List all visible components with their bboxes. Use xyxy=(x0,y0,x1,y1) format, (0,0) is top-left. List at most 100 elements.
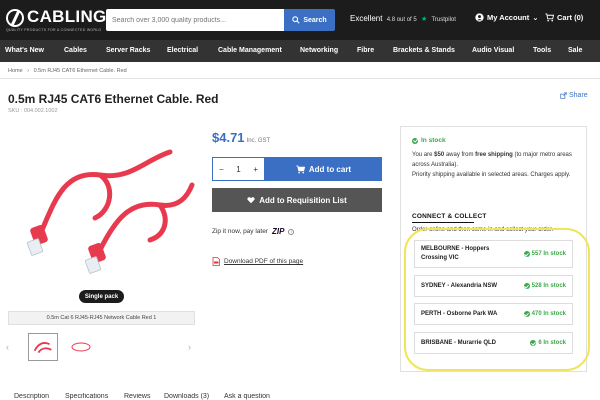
account-label: My Account xyxy=(487,13,530,22)
nav-item-tools[interactable]: Tools xyxy=(533,47,551,54)
ship-text-part2: away from xyxy=(444,152,476,158)
search-bar: Search xyxy=(106,9,335,31)
tab-reviews[interactable]: Reviews xyxy=(124,393,150,400)
download-pdf-link[interactable]: Download PDF of this page xyxy=(212,257,303,266)
tab-downloads[interactable]: Downloads (3) xyxy=(164,393,209,400)
chevron-down-icon: ⌄ xyxy=(532,13,539,22)
nav-item-audio-visual[interactable]: Audio Visual xyxy=(472,47,514,54)
divider xyxy=(0,78,600,79)
product-image[interactable] xyxy=(20,140,195,275)
quantity-stepper: − 1 + xyxy=(212,157,265,181)
price-note: Inc. GST xyxy=(246,138,271,144)
breadcrumb: Home › 0.5m RJ45 CAT6 Ethernet Cable. Re… xyxy=(8,68,127,74)
store-stock: 470 In stock xyxy=(523,311,566,317)
share-icon xyxy=(560,92,567,99)
cart-icon xyxy=(545,13,554,22)
breadcrumb-separator-icon: › xyxy=(27,68,30,74)
image-caption: 0.5m Cat 6 RJ45-RJ45 Network Cable Red 1 xyxy=(8,311,195,325)
nav-item-cable-management[interactable]: Cable Management xyxy=(218,47,282,54)
check-icon xyxy=(523,251,530,257)
store-stock: 6 In stock xyxy=(530,340,566,346)
connect-collect-title: CONNECT & COLLECT xyxy=(412,213,487,220)
pdf-icon xyxy=(212,257,220,266)
product-sku: SKU : 004.002.1002 xyxy=(8,108,58,114)
trust-score: 4.8 out of 5 xyxy=(386,17,417,23)
add-to-cart-label: Add to cart xyxy=(308,164,352,174)
breadcrumb-home[interactable]: Home xyxy=(8,68,23,74)
ship-free: free shipping xyxy=(475,152,513,158)
search-icon xyxy=(292,16,300,24)
price-value: $4.71 xyxy=(212,130,245,145)
qty-decrease-button[interactable]: − xyxy=(219,165,224,174)
search-input[interactable] xyxy=(106,9,284,31)
store-stock-label: 557 In stock xyxy=(531,251,566,257)
store-row-perth[interactable]: PERTH - Osborne Park WA 470 In stock xyxy=(414,303,573,325)
logo-tagline: QUALITY PRODUCTS FOR A CONNECTED WORLD xyxy=(6,28,102,32)
nav-item-cables[interactable]: Cables xyxy=(64,47,87,54)
qty-increase-button[interactable]: + xyxy=(253,165,258,174)
store-stock-label: 6 In stock xyxy=(538,340,566,346)
add-to-requisition-label: Add to Requisition List xyxy=(259,195,347,205)
nav-item-networking[interactable]: Networking xyxy=(300,47,338,54)
nav-item-server-racks[interactable]: Server Racks xyxy=(106,47,150,54)
store-name: BRISBANE - Murarrie QLD xyxy=(421,339,497,346)
tab-description[interactable]: Description xyxy=(14,393,49,400)
thumbnail-next-icon[interactable]: › xyxy=(188,342,191,352)
thumbnail-1[interactable] xyxy=(28,333,58,361)
check-icon xyxy=(523,283,530,289)
stock-status-label: In stock xyxy=(421,137,446,144)
nav-item-brackets-stands[interactable]: Brackets & Stands xyxy=(393,47,455,54)
thumbnail-prev-icon[interactable]: ‹ xyxy=(6,342,9,352)
thumbnail-2[interactable] xyxy=(66,333,96,361)
nav-item-sale[interactable]: Sale xyxy=(568,47,582,54)
site-logo[interactable]: CABLING QUALITY PRODUCTS FOR A CONNECTED… xyxy=(6,7,106,33)
info-icon[interactable]: i xyxy=(288,228,295,235)
add-to-requisition-button[interactable]: Add to Requisition List xyxy=(212,188,382,212)
tab-ask-question[interactable]: Ask a question xyxy=(224,393,270,400)
top-header: CABLING QUALITY PRODUCTS FOR A CONNECTED… xyxy=(0,0,600,40)
heart-icon xyxy=(247,197,255,204)
pdf-link-label: Download PDF of this page xyxy=(224,258,304,265)
store-row-sydney[interactable]: SYDNEY - Alexandria NSW 528 In stock xyxy=(414,275,573,297)
store-name: PERTH - Osborne Park WA xyxy=(421,310,498,317)
store-stock: 528 In stock xyxy=(523,283,566,289)
check-icon xyxy=(523,311,530,317)
zip-text: Zip it now, pay later xyxy=(212,228,268,235)
nav-item-fibre[interactable]: Fibre xyxy=(357,47,374,54)
page-title: 0.5m RJ45 CAT6 Ethernet Cable. Red xyxy=(8,92,219,106)
connect-collect-underline xyxy=(412,222,474,223)
qty-value[interactable]: 1 xyxy=(236,165,240,174)
nav-item-electrical[interactable]: Electrical xyxy=(167,47,198,54)
check-icon xyxy=(412,137,418,144)
check-icon xyxy=(530,340,537,346)
shipping-info: You are $50 away from free shipping (to … xyxy=(412,150,582,180)
store-stock-label: 470 In stock xyxy=(531,311,566,317)
share-label: Share xyxy=(569,92,588,99)
user-icon xyxy=(475,13,484,22)
ship-text-part1: You are xyxy=(412,152,435,158)
store-row-melbourne[interactable]: MELBOURNE - Hoppers Crossing VIC 557 In … xyxy=(414,240,573,268)
ship-text-line2: Priority shipping available in selected … xyxy=(412,172,571,178)
tab-specifications[interactable]: Specifications xyxy=(65,393,108,400)
pack-size-badge: Single pack xyxy=(79,290,124,303)
product-price: $4.71 Inc. GST xyxy=(212,130,270,145)
breadcrumb-current: 0.5m RJ45 CAT6 Ethernet Cable. Red xyxy=(33,68,127,74)
cart-icon xyxy=(296,164,305,173)
share-link[interactable]: Share xyxy=(560,92,588,99)
store-name: MELBOURNE - Hoppers Crossing VIC xyxy=(421,246,490,261)
cart-button[interactable]: Cart (0) xyxy=(545,13,583,22)
nav-item-whats-new[interactable]: What's New xyxy=(5,47,44,54)
ship-amount: $50 xyxy=(434,152,445,158)
store-stock: 557 In stock xyxy=(523,251,566,257)
trust-label: Excellent xyxy=(350,14,383,23)
store-row-brisbane[interactable]: BRISBANE - Murarrie QLD 6 In stock xyxy=(414,332,573,354)
zip-logo: ZIP xyxy=(272,227,285,236)
store-stock-label: 528 In stock xyxy=(531,283,566,289)
my-account-menu[interactable]: My Account ⌄ xyxy=(475,13,539,22)
trustpilot-rating[interactable]: Excellent 4.8 out of 5 ★ Trustpilot xyxy=(350,14,456,23)
trustpilot-star-icon: ★ xyxy=(420,16,428,23)
add-to-cart-button[interactable]: Add to cart xyxy=(265,157,382,181)
store-name: SYDNEY - Alexandria NSW xyxy=(421,282,498,289)
search-button[interactable]: Search xyxy=(284,9,335,31)
main-nav: What's New Cables Server Racks Electrica… xyxy=(0,40,600,62)
